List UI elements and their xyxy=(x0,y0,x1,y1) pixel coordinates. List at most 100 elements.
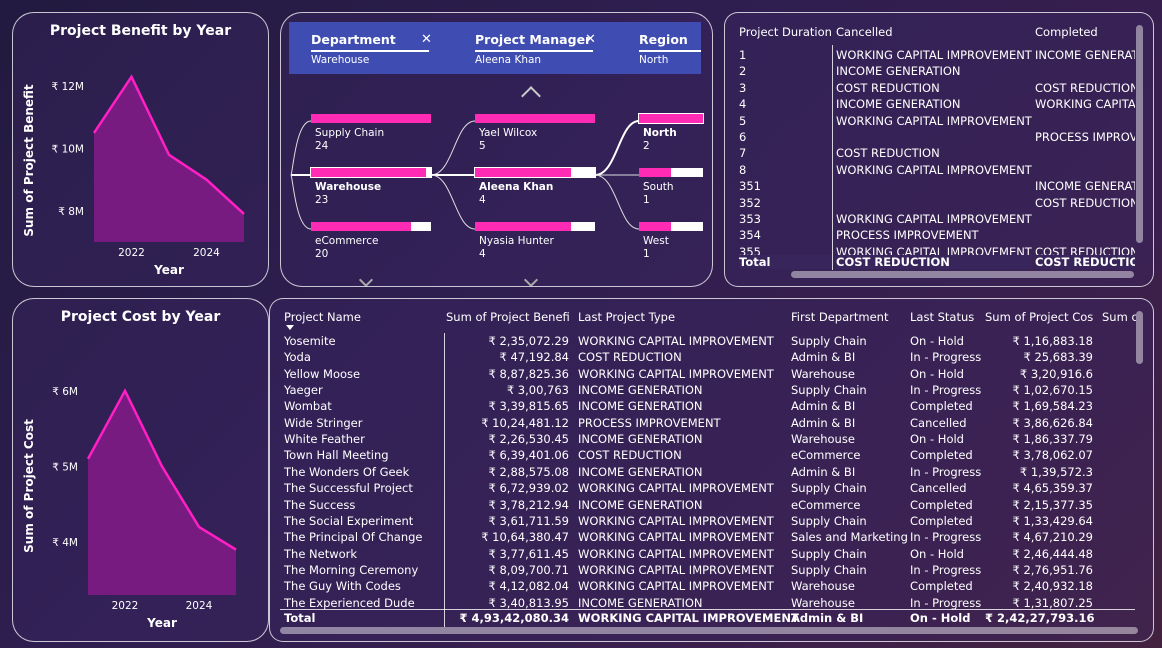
node-bar-fill xyxy=(639,222,671,231)
matrix-cell: 5 xyxy=(739,113,747,128)
table-header[interactable]: Project Name xyxy=(284,310,434,324)
matrix-header[interactable]: Completed xyxy=(1035,25,1135,39)
decomposition-tree-card: Department ✕ Warehouse Project Manager ✕… xyxy=(280,12,713,287)
table-horizontal-scrollbar[interactable] xyxy=(280,627,1138,634)
table-cell[interactable]: The Wonders Of Geek xyxy=(284,465,434,479)
matrix-cell: 354 xyxy=(739,228,761,243)
node-count: 24 xyxy=(315,140,329,152)
y-tick-label: ₹ 10M xyxy=(52,144,84,156)
table-cell[interactable]: White Feather xyxy=(284,432,434,446)
table-cell[interactable]: The Principal Of Change xyxy=(284,530,434,544)
data-point[interactable] xyxy=(86,457,90,461)
table-total-cell: Total xyxy=(284,611,316,625)
table-cell: INCOME GENERATION xyxy=(578,399,703,414)
table-cell[interactable]: The Social Experiment xyxy=(284,514,434,528)
matrix-vertical-scrollbar[interactable] xyxy=(1136,25,1143,243)
table-header[interactable]: Last Status xyxy=(910,310,990,324)
table-cell: WORKING CAPITAL IMPROVEMENT xyxy=(578,513,774,528)
table-column-divider xyxy=(444,333,445,627)
x-tick-label: 2024 xyxy=(193,247,220,259)
table-cell[interactable]: The Success xyxy=(284,498,434,512)
table-header[interactable]: Last Project Type xyxy=(578,310,788,324)
data-point[interactable] xyxy=(234,548,238,552)
matrix-cell xyxy=(1035,212,1135,228)
node-bar xyxy=(475,222,595,231)
table-cell[interactable]: Wombat xyxy=(284,399,434,413)
data-point[interactable] xyxy=(167,153,171,157)
x-axis-label: Year xyxy=(153,263,184,277)
node-bar-fill xyxy=(639,168,671,177)
table-cell: ₹ 1,39,572.3 xyxy=(1019,464,1093,479)
matrix-cell xyxy=(836,179,1032,195)
data-point[interactable] xyxy=(197,525,201,529)
matrix-horizontal-scrollbar[interactable] xyxy=(791,271,1134,278)
node-bar-fill xyxy=(311,114,431,123)
table-cell: ₹ 3,39,815.65 xyxy=(488,399,569,414)
table-cell[interactable]: Yosemite xyxy=(284,334,434,348)
table-cell: ₹ 4,12,082.04 xyxy=(488,579,569,594)
data-point[interactable] xyxy=(130,75,134,79)
table-vertical-scrollbar[interactable] xyxy=(1136,311,1143,364)
table-cell: ₹ 3,20,916.6 xyxy=(1019,366,1093,381)
table-cell[interactable]: Yellow Moose xyxy=(284,367,434,381)
benefit-area-chart[interactable]: ₹ 12M ₹ 10M ₹ 8M 2022 2024 Year Sum of Project… xyxy=(13,13,269,287)
table-cell[interactable]: The Network xyxy=(284,547,434,561)
cost-area-chart[interactable]: ₹ 6M ₹ 5M ₹ 4M 2022 2024 Year Sum of Project C… xyxy=(13,299,269,642)
table-cell: ₹ 3,86,626.84 xyxy=(1012,415,1093,430)
matrix-column-divider xyxy=(832,45,833,270)
table-cell[interactable]: Town Hall Meeting xyxy=(284,448,434,462)
table-cell: Admin & BI xyxy=(791,399,856,414)
table-header[interactable]: Sum of Project Cost xyxy=(985,310,1093,324)
data-point[interactable] xyxy=(205,178,209,182)
matrix-cell: 355 xyxy=(739,244,761,255)
table-cell: ₹ 3,61,711.59 xyxy=(488,513,569,528)
table-cell[interactable]: The Guy With Codes xyxy=(284,579,434,593)
table-cell[interactable]: The Successful Project xyxy=(284,481,434,495)
matrix-cell: INCOME GENERATION xyxy=(836,64,961,79)
node-label: West xyxy=(643,235,669,247)
matrix-cell xyxy=(1035,114,1135,130)
table-cell: WORKING CAPITAL IMPROVEMENT xyxy=(578,366,774,381)
y-tick-label: ₹ 4M xyxy=(52,537,78,549)
matrix-cell xyxy=(1035,228,1135,244)
sort-descending-icon[interactable] xyxy=(286,325,294,330)
table-cell: Warehouse xyxy=(791,579,855,594)
node-bar-fill xyxy=(475,114,595,123)
data-point[interactable] xyxy=(242,212,246,216)
table-cell: In - Progress xyxy=(910,562,982,577)
data-point[interactable] xyxy=(160,464,164,468)
matrix-cell: INCOME GENERAT xyxy=(1035,48,1135,62)
matrix-cell: 8 xyxy=(739,162,747,177)
node-label: South xyxy=(643,181,674,193)
table-cell: WORKING CAPITAL IMPROVEMENT xyxy=(578,562,774,577)
duration-matrix: Project Duration Cancelled Completed 1 WORKI… xyxy=(725,13,1153,286)
table-cell: In - Progress xyxy=(910,530,982,545)
matrix-header[interactable]: Cancelled xyxy=(836,25,1032,39)
node-bar xyxy=(639,168,703,177)
node-bar-fill xyxy=(311,168,427,177)
matrix-cell: INCOME GENERATION xyxy=(836,97,961,112)
data-point[interactable] xyxy=(92,131,96,135)
matrix-cell: WORKING CAPITAI xyxy=(1035,97,1135,112)
matrix-total-cell: COST REDUCTION xyxy=(836,255,1032,269)
area-fill xyxy=(88,390,236,595)
table-header[interactable]: First Department xyxy=(791,310,909,324)
data-point[interactable] xyxy=(123,389,127,393)
table-cell[interactable]: Wide Stringer xyxy=(284,416,434,430)
table-cell[interactable]: The Experienced Dude xyxy=(284,596,434,610)
matrix-header[interactable]: Project Duration xyxy=(739,25,833,39)
table-cell: Completed xyxy=(910,448,973,463)
projects-table-card: Project Name Sum of Project Benefit Last P… xyxy=(269,298,1154,642)
y-axis-label: Sum of Project Cost xyxy=(22,419,36,553)
table-cell[interactable]: Yaeger xyxy=(284,383,434,397)
table-cell[interactable]: Yoda xyxy=(284,350,434,364)
table-cell: WORKING CAPITAL IMPROVEMENT xyxy=(578,481,774,496)
table-header[interactable]: Sum of Project Benefit xyxy=(446,310,569,324)
y-axis-label: Sum of Project Benefit xyxy=(22,84,36,237)
table-cell[interactable]: The Morning Ceremony xyxy=(284,563,434,577)
table-cell: ₹ 2,88,575.08 xyxy=(488,464,569,479)
y-tick-label: ₹ 12M xyxy=(52,81,84,93)
table-header[interactable]: Sum o xyxy=(1102,310,1136,324)
table-cell: ₹ 3,78,062.07 xyxy=(1012,448,1093,463)
y-tick-label: ₹ 8M xyxy=(58,206,84,218)
